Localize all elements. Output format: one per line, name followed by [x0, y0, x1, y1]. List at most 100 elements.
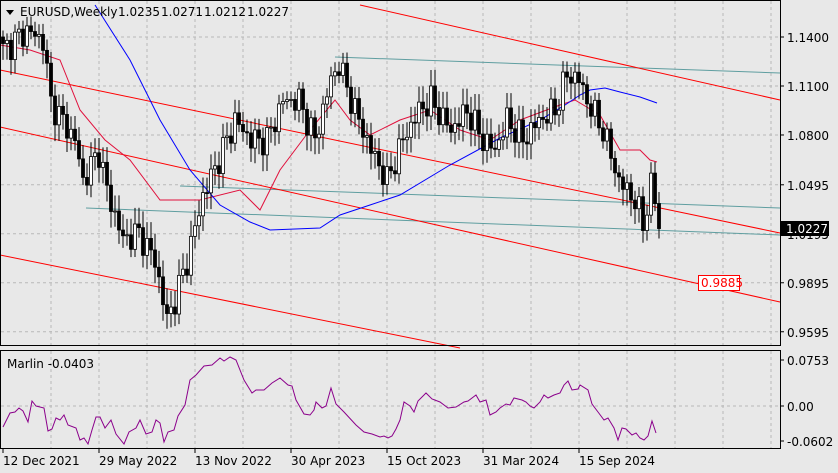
candle	[177, 259, 181, 325]
candle	[93, 138, 97, 171]
candlesticks	[1, 16, 661, 329]
trend-line-3[interactable]	[0, 126, 781, 303]
candle	[437, 91, 441, 135]
candle	[553, 87, 557, 125]
candle	[269, 117, 273, 143]
candle	[221, 123, 225, 188]
candle	[313, 110, 317, 155]
candle	[57, 94, 61, 141]
candle	[645, 204, 649, 241]
candle	[405, 122, 409, 154]
candle	[425, 92, 429, 132]
candle	[49, 51, 53, 113]
candle	[213, 151, 217, 186]
candle	[261, 127, 265, 172]
candle	[117, 195, 121, 244]
ohlc-open: 1.0235	[118, 5, 160, 19]
candle	[629, 173, 633, 217]
candle	[69, 116, 73, 151]
candle	[525, 128, 529, 161]
marlin-indicator-line	[2, 356, 657, 446]
candle	[81, 145, 85, 186]
candle	[393, 156, 397, 182]
candle	[605, 122, 609, 151]
candle	[417, 86, 421, 140]
candle	[461, 88, 465, 142]
trend-line-2[interactable]	[0, 69, 781, 234]
time-axis: 12 Dec 2021 29 May 2022 13 Nov 2022 30 Apr …	[2, 449, 655, 468]
candle	[233, 99, 237, 151]
candle	[89, 142, 93, 198]
time-axis-label: 31 Mar 2024	[483, 454, 559, 468]
candle	[641, 186, 645, 243]
candle	[33, 21, 37, 47]
candle	[237, 100, 241, 133]
candle	[273, 117, 277, 146]
target-price-label[interactable]: 0.9885	[698, 275, 744, 291]
candle	[309, 110, 313, 152]
candle	[421, 86, 425, 125]
candle	[521, 105, 525, 159]
candle	[17, 20, 21, 45]
candle	[277, 94, 281, 144]
candle	[145, 222, 149, 270]
candle	[549, 87, 553, 131]
chart-window[interactable]: EURUSD,Weekly 1.0235 1.0271 1.0212 1.022…	[0, 0, 838, 473]
candle	[353, 87, 357, 128]
time-axis-label: 12 Dec 2021	[3, 454, 80, 468]
candle	[469, 96, 473, 147]
candle	[189, 220, 193, 286]
candle	[453, 107, 457, 145]
candle	[337, 61, 341, 84]
current-price-tag: 1.0227	[781, 221, 829, 236]
channel-line-upper[interactable]	[334, 56, 781, 74]
indicator-frame	[0, 350, 781, 449]
dropdown-triangle-icon[interactable]	[6, 10, 14, 15]
candle	[9, 32, 13, 75]
candle	[565, 61, 569, 93]
candle	[505, 92, 509, 150]
candle	[173, 290, 177, 327]
candle	[217, 151, 221, 189]
candle	[413, 106, 417, 139]
candle	[561, 61, 565, 125]
candle	[573, 62, 577, 100]
candle	[101, 147, 105, 184]
candle	[365, 123, 369, 154]
channel-line-lower[interactable]	[85, 207, 781, 236]
chart-canvas[interactable]: EURUSD,Weekly 1.0235 1.0271 1.0212 1.022…	[0, 0, 838, 473]
trend-line-4[interactable]	[0, 254, 461, 349]
candle	[61, 94, 65, 130]
candle	[65, 101, 69, 153]
candle	[297, 81, 301, 123]
candle	[293, 91, 297, 121]
candle	[577, 62, 581, 99]
candle	[209, 154, 213, 210]
time-axis-label: 13 Nov 2022	[195, 454, 272, 468]
candle	[133, 207, 137, 258]
candle	[617, 165, 621, 193]
candle	[377, 138, 381, 180]
candle	[489, 118, 493, 159]
price-axis-label: 0.9895	[787, 277, 829, 291]
candle	[153, 233, 157, 284]
candle	[105, 147, 109, 202]
candle	[301, 82, 305, 124]
candle	[637, 186, 641, 223]
candle	[109, 169, 113, 228]
symbol-title: EURUSD,Weekly	[20, 5, 117, 19]
candle	[593, 92, 597, 127]
candle	[225, 122, 229, 150]
candle	[73, 116, 77, 151]
candle	[333, 62, 337, 86]
candle	[253, 118, 257, 164]
candle	[397, 124, 401, 184]
candle	[653, 161, 657, 212]
candle	[285, 91, 289, 110]
candle	[325, 88, 329, 119]
candle	[37, 24, 41, 49]
price-axis-label: 1.0800	[787, 129, 829, 143]
candle	[441, 91, 445, 133]
candle	[369, 122, 373, 170]
candle	[317, 126, 321, 154]
